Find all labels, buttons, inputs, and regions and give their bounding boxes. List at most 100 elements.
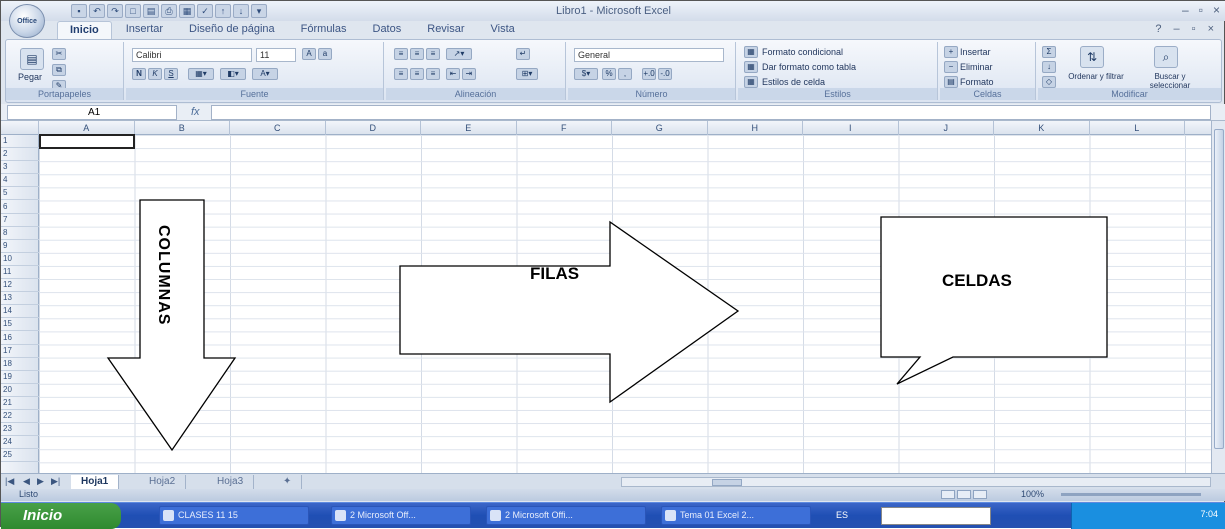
zoom-slider[interactable]	[1061, 493, 1201, 496]
column-header-d[interactable]: D	[326, 121, 421, 135]
office-button[interactable]: Office	[9, 4, 45, 38]
doc-close-button[interactable]: ×	[1208, 23, 1214, 35]
increase-decimal-icon[interactable]: +.0	[642, 68, 656, 80]
bold-icon[interactable]: N	[132, 68, 146, 80]
wrap-text-icon[interactable]: ↵	[516, 48, 530, 60]
increase-indent-icon[interactable]: ⇥	[462, 68, 476, 80]
selected-cell-a1[interactable]	[39, 134, 135, 149]
row-header-11[interactable]: 11	[1, 266, 39, 280]
insert-sheet-icon[interactable]: ✦	[273, 475, 303, 489]
column-header-l[interactable]: L	[1090, 121, 1185, 135]
currency-icon[interactable]: $▾	[574, 68, 598, 80]
row-header-16[interactable]: 16	[1, 332, 39, 345]
clear-icon[interactable]: ◇	[1042, 76, 1056, 88]
tab-vista[interactable]: Vista	[479, 21, 527, 40]
percent-icon[interactable]: %	[602, 68, 616, 80]
format-as-table-icon[interactable]: ▦	[744, 61, 758, 73]
last-sheet-icon[interactable]: ▶|	[51, 476, 60, 487]
tab-diseno-pagina[interactable]: Diseño de página	[177, 21, 287, 40]
fill-color-icon[interactable]: ◧▾	[220, 68, 246, 80]
conditional-format-icon[interactable]: ▦	[744, 46, 758, 58]
row-header-4[interactable]: 4	[1, 174, 39, 188]
maximize-button[interactable]: ▫	[1199, 3, 1203, 17]
tab-revisar[interactable]: Revisar	[415, 21, 476, 40]
format-cells-icon[interactable]: ▤	[944, 76, 958, 88]
row-header-18[interactable]: 18	[1, 358, 39, 371]
fill-icon[interactable]: ↓	[1042, 61, 1056, 73]
page-layout-view-icon[interactable]	[957, 490, 971, 499]
column-header-a[interactable]: A	[39, 121, 135, 135]
row-header-19[interactable]: 19	[1, 371, 39, 384]
grow-font-icon[interactable]: A	[302, 48, 316, 60]
column-header-f[interactable]: F	[517, 121, 612, 135]
formula-input[interactable]	[211, 105, 1211, 120]
next-sheet-icon[interactable]: ▶	[37, 476, 44, 487]
sort-filter-icon[interactable]: ⇅	[1080, 46, 1104, 68]
sheet-tab-hoja1[interactable]: Hoja1	[71, 475, 120, 489]
tab-inicio[interactable]: Inicio	[57, 21, 112, 40]
paste-label[interactable]: Pegar	[18, 72, 42, 82]
orientation-icon[interactable]: ↗▾	[446, 48, 472, 60]
underline-icon[interactable]: S	[164, 68, 178, 80]
format-as-table-button[interactable]: Dar formato como tabla	[762, 62, 856, 72]
taskbar-item-folder[interactable]: CLASES 11 15	[159, 506, 309, 525]
column-header-h[interactable]: H	[708, 121, 803, 135]
column-header-c[interactable]: C	[230, 121, 326, 135]
column-header-j[interactable]: J	[899, 121, 994, 135]
row-header-22[interactable]: 22	[1, 410, 39, 424]
format-cells-button[interactable]: Formato	[960, 77, 994, 87]
vertical-scroll-thumb[interactable]	[1214, 129, 1224, 449]
name-box[interactable]: A1	[7, 105, 177, 120]
align-middle-icon[interactable]: ≡	[410, 48, 424, 60]
row-header-24[interactable]: 24	[1, 436, 39, 450]
autosum-icon[interactable]: Σ	[1042, 46, 1056, 58]
horizontal-scroll-thumb[interactable]	[712, 479, 742, 486]
cell-styles-icon[interactable]: ▦	[744, 76, 758, 88]
column-header-b[interactable]: B	[135, 121, 230, 135]
first-sheet-icon[interactable]: |◀	[5, 476, 14, 487]
align-left-icon[interactable]: ≡	[394, 68, 408, 80]
taskbar-item-tema[interactable]: Tema 01 Excel 2...	[661, 506, 811, 525]
sort-filter-button[interactable]: Ordenar y filtrar	[1066, 72, 1126, 81]
row-header-12[interactable]: 12	[1, 279, 39, 293]
sheet-tab-hoja2[interactable]: Hoja2	[139, 475, 187, 489]
font-size-select[interactable]: 11	[256, 48, 296, 62]
align-right-icon[interactable]: ≡	[426, 68, 440, 80]
row-header-14[interactable]: 14	[1, 305, 39, 319]
sheet-tab-hoja3[interactable]: Hoja3	[207, 475, 255, 489]
select-all-corner[interactable]	[1, 121, 39, 135]
decrease-decimal-icon[interactable]: -.0	[658, 68, 672, 80]
taskbar-item-office-1[interactable]: 2 Microsoft Off...	[331, 506, 471, 525]
cells-area[interactable]	[39, 135, 1211, 473]
paste-icon[interactable]: ▤	[20, 48, 44, 70]
cell-styles-button[interactable]: Estilos de celda	[762, 77, 825, 87]
merge-center-icon[interactable]: ⊞▾	[516, 68, 538, 80]
row-header-8[interactable]: 8	[1, 227, 39, 240]
cut-icon[interactable]: ✂	[52, 48, 66, 60]
taskbar-toolbar[interactable]	[881, 507, 991, 525]
row-header-1[interactable]: 1	[1, 135, 39, 149]
row-header-20[interactable]: 20	[1, 384, 39, 397]
delete-cells-icon[interactable]: −	[944, 61, 958, 73]
column-header-i[interactable]: I	[803, 121, 899, 135]
row-header-23[interactable]: 23	[1, 423, 39, 437]
start-button[interactable]: Inicio	[1, 503, 121, 529]
insert-function-icon[interactable]: fx	[191, 106, 200, 118]
find-select-icon[interactable]: ⌕	[1154, 46, 1178, 68]
number-format-select[interactable]: General	[574, 48, 724, 62]
page-break-view-icon[interactable]	[973, 490, 987, 499]
prev-sheet-icon[interactable]: ◀	[23, 476, 30, 487]
conditional-format-button[interactable]: Formato condicional	[762, 47, 843, 57]
font-name-select[interactable]: Calibri	[132, 48, 252, 62]
doc-minimize-button[interactable]: –	[1174, 23, 1180, 35]
font-color-icon[interactable]: A▾	[252, 68, 278, 80]
tab-datos[interactable]: Datos	[361, 21, 414, 40]
language-indicator[interactable]: ES	[836, 510, 848, 520]
row-header-15[interactable]: 15	[1, 318, 39, 332]
minimize-button[interactable]: –	[1182, 3, 1189, 17]
row-header-9[interactable]: 9	[1, 240, 39, 253]
insert-cells-button[interactable]: Insertar	[960, 47, 991, 57]
vertical-scrollbar[interactable]	[1211, 121, 1225, 473]
row-header-6[interactable]: 6	[1, 201, 39, 214]
copy-icon[interactable]: ⧉	[52, 64, 66, 76]
